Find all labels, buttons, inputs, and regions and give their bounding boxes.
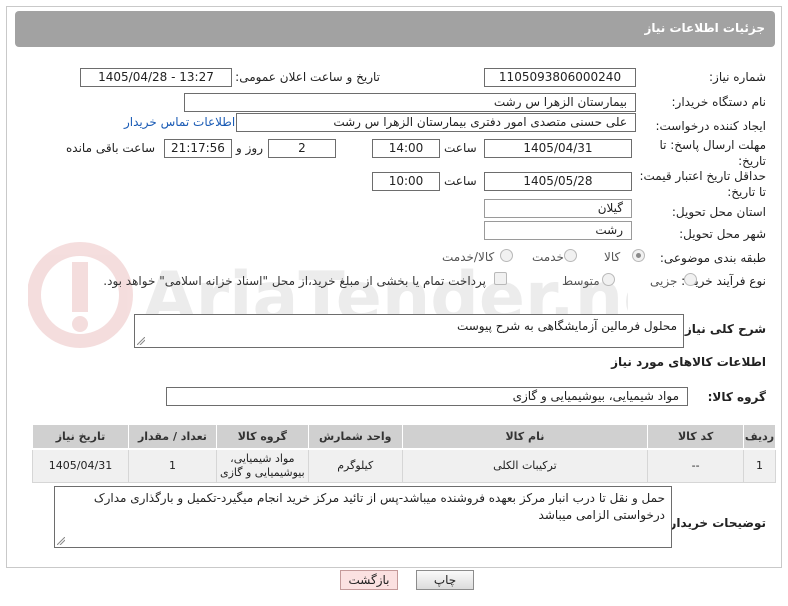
process-option-medium: متوسط — [562, 274, 600, 288]
resize-grip-icon[interactable] — [57, 537, 65, 545]
description-text: محلول فرمالین آزمایشگاهی به شرح پیوست — [456, 319, 677, 333]
category-label: طبقه بندی موضوعی: — [659, 251, 766, 265]
print-button[interactable]: چاپ — [416, 570, 474, 590]
province-field: گیلان — [484, 199, 632, 218]
buyer-org-field: بیمارستان الزهرا س رشت — [184, 93, 636, 112]
col-unit: واحد شمارش — [307, 424, 403, 450]
price-date-field: 1405/05/28 — [484, 172, 632, 191]
city-label: شهر محل تحویل: — [679, 227, 766, 241]
announce-field: 1405/04/28 - 13:27 — [80, 68, 232, 87]
table-row: 1 -- ترکیبات الکلی کیلوگرم مواد شیمیایی،… — [32, 448, 776, 483]
days-field: 2 — [268, 139, 336, 158]
goods-group-label: گروه کالا: — [707, 390, 766, 404]
cell-index: 1 — [743, 448, 776, 483]
resize-grip-icon[interactable] — [137, 337, 145, 345]
description-textarea[interactable]: محلول فرمالین آزمایشگاهی به شرح پیوست — [134, 314, 684, 348]
cell-group: مواد شیمیایی، بیوشیمیایی و گازی — [215, 448, 309, 483]
cell-code: -- — [647, 448, 745, 483]
province-label: استان محل تحویل: — [671, 205, 766, 219]
category-radio-goods[interactable] — [632, 249, 645, 262]
goods-group-field: مواد شیمیایی، بیوشیمیایی و گازی — [166, 387, 688, 406]
category-radio-goods-service[interactable] — [500, 249, 513, 262]
panel-header: جزئیات اطلاعات نیاز — [15, 11, 775, 47]
category-option-service: خدمت — [532, 250, 564, 264]
goods-section-title: اطلاعات کالاهای مورد نیاز — [611, 355, 766, 369]
col-code: کد کالا — [647, 424, 745, 450]
category-option-goods: کالا — [604, 250, 621, 264]
description-label: شرح کلی نیاز: — [680, 322, 766, 336]
price-time-field: 10:00 — [372, 172, 440, 191]
goods-table: ردیف کد کالا نام کالا واحد شمارش گروه کا… — [32, 424, 776, 483]
process-option-minor: جزیی — [650, 274, 678, 288]
price-time-label: ساعت — [444, 174, 477, 188]
city-field: رشت — [484, 221, 632, 240]
creator-field: علی حسنی متصدی امور دفتری بیمارستان الزه… — [236, 113, 636, 132]
remaining-label: ساعت باقی مانده — [66, 141, 156, 155]
need-number-label: شماره نیاز: — [709, 70, 766, 84]
reply-time-field: 14:00 — [372, 139, 440, 158]
cell-name: ترکیبات الکلی — [401, 448, 649, 483]
page-title: جزئیات اطلاعات نیاز — [644, 21, 765, 35]
price-deadline-label: حداقل تاریخ اعتبار قیمت: تا تاریخ: — [639, 169, 766, 199]
buyer-notes-text: حمل و نقل تا درب انبار مرکز بعهده فروشند… — [93, 491, 665, 522]
reply-time-label: ساعت — [444, 141, 477, 155]
need-number-field: 1105093806000240 — [484, 68, 636, 87]
cell-date: 1405/04/31 — [32, 448, 129, 483]
cell-qty: 1 — [128, 448, 217, 483]
reply-date-field: 1405/04/31 — [484, 139, 632, 158]
col-qty: تعداد / مقدار — [128, 424, 217, 450]
treasury-payment-checkbox[interactable] — [494, 272, 507, 285]
process-radio-minor[interactable] — [684, 273, 697, 286]
col-name: نام کالا — [401, 424, 649, 450]
days-label: روز و — [236, 141, 263, 155]
col-date: تاریخ نیاز — [32, 424, 129, 450]
category-radio-service[interactable] — [564, 249, 577, 262]
treasury-payment-note: پرداخت تمام یا بخشی از مبلغ خرید،از محل … — [103, 274, 486, 288]
contact-info-link[interactable]: اطلاعات تماس خریدار — [124, 115, 235, 129]
reply-deadline-label: مهلت ارسال پاسخ: تا تاریخ: — [659, 138, 766, 168]
creator-label: ایجاد کننده درخواست: — [655, 119, 766, 133]
buyer-notes-textarea[interactable]: حمل و نقل تا درب انبار مرکز بعهده فروشند… — [54, 486, 672, 548]
announce-label: تاریخ و ساعت اعلان عمومی: — [235, 70, 380, 84]
buyer-notes-label: توضیحات خریدار: — [664, 516, 766, 530]
col-index: ردیف — [743, 424, 776, 450]
cell-unit: کیلوگرم — [307, 448, 403, 483]
col-group: گروه کالا — [215, 424, 309, 450]
back-button[interactable]: بازگشت — [340, 570, 398, 590]
remaining-time-field: 21:17:56 — [164, 139, 232, 158]
buyer-org-label: نام دستگاه خریدار: — [671, 95, 767, 109]
process-radio-medium[interactable] — [602, 273, 615, 286]
category-option-goods-service: کالا/خدمت — [442, 250, 495, 264]
